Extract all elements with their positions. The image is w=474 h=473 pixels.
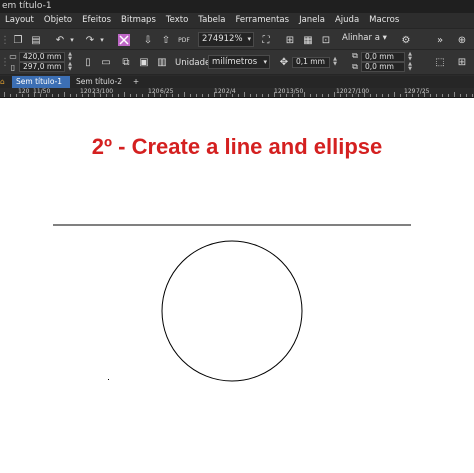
cursor-dot: [108, 379, 109, 380]
drawn-ellipse[interactable]: [161, 240, 303, 382]
drawing-layer: [53, 224, 411, 382]
